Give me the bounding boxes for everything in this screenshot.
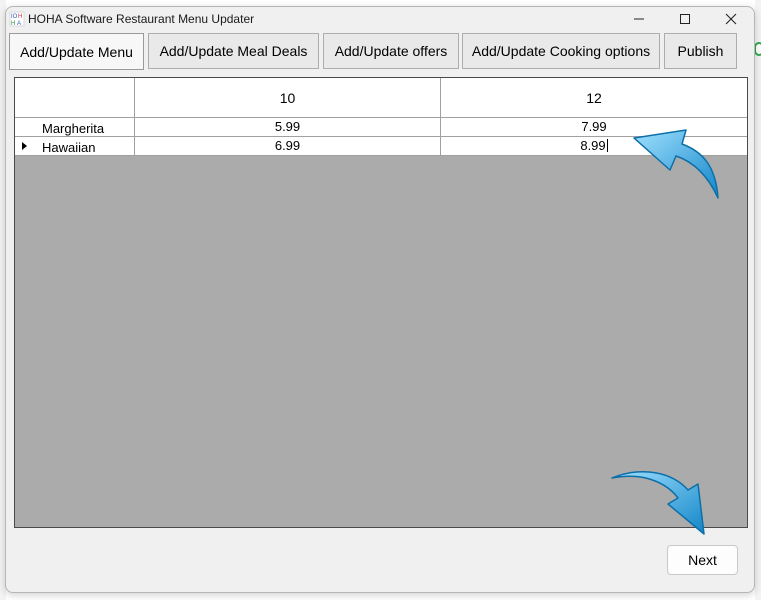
grid-cell[interactable]: 6.99 (135, 137, 441, 156)
background-edge-right (755, 0, 761, 600)
window-title: HOHA Software Restaurant Menu Updater (28, 12, 255, 26)
maximize-icon (679, 13, 691, 28)
row-name: Margherita (42, 121, 105, 136)
tab-add-update-offers[interactable]: Add/Update offers (323, 33, 459, 69)
row-header[interactable]: Hawaiian (15, 137, 135, 156)
grid-corner-header[interactable] (15, 78, 135, 118)
text-caret (606, 139, 608, 152)
current-row-arrow-icon (22, 142, 27, 150)
close-button[interactable] (708, 8, 754, 32)
tab-add-update-meal-deals[interactable]: Add/Update Meal Deals (148, 33, 319, 69)
tab-publish[interactable]: Publish (664, 33, 737, 69)
svg-text:H: H (18, 14, 22, 20)
svg-text:A: A (17, 21, 21, 27)
column-header-size-2[interactable]: 12 (441, 78, 747, 118)
next-button[interactable]: Next (667, 545, 738, 575)
row-name: Hawaiian (42, 140, 96, 155)
column-header-size-1[interactable]: 10 (135, 78, 441, 118)
row-header[interactable]: Margherita (15, 118, 135, 137)
close-icon (725, 13, 737, 28)
tab-add-update-menu[interactable]: Add/Update Menu (9, 33, 144, 70)
minimize-icon (633, 13, 645, 28)
curved-arrow-icon (633, 129, 719, 199)
curved-arrow-icon (611, 471, 705, 535)
tab-add-update-cooking-options[interactable]: Add/Update Cooking options (462, 33, 660, 69)
svg-text:H: H (11, 21, 15, 27)
hoha-app-icon: IO H H A (9, 11, 25, 27)
cell-edit-value: 8.99 (580, 138, 606, 153)
maximize-button[interactable] (662, 8, 708, 32)
grid-cell[interactable]: 5.99 (135, 118, 441, 137)
minimize-button[interactable] (616, 8, 662, 32)
title-bar[interactable]: IO H H A HOHA Software Restaurant Menu U… (6, 7, 754, 33)
svg-text:IO: IO (11, 14, 18, 20)
background-status-icon (754, 42, 761, 56)
